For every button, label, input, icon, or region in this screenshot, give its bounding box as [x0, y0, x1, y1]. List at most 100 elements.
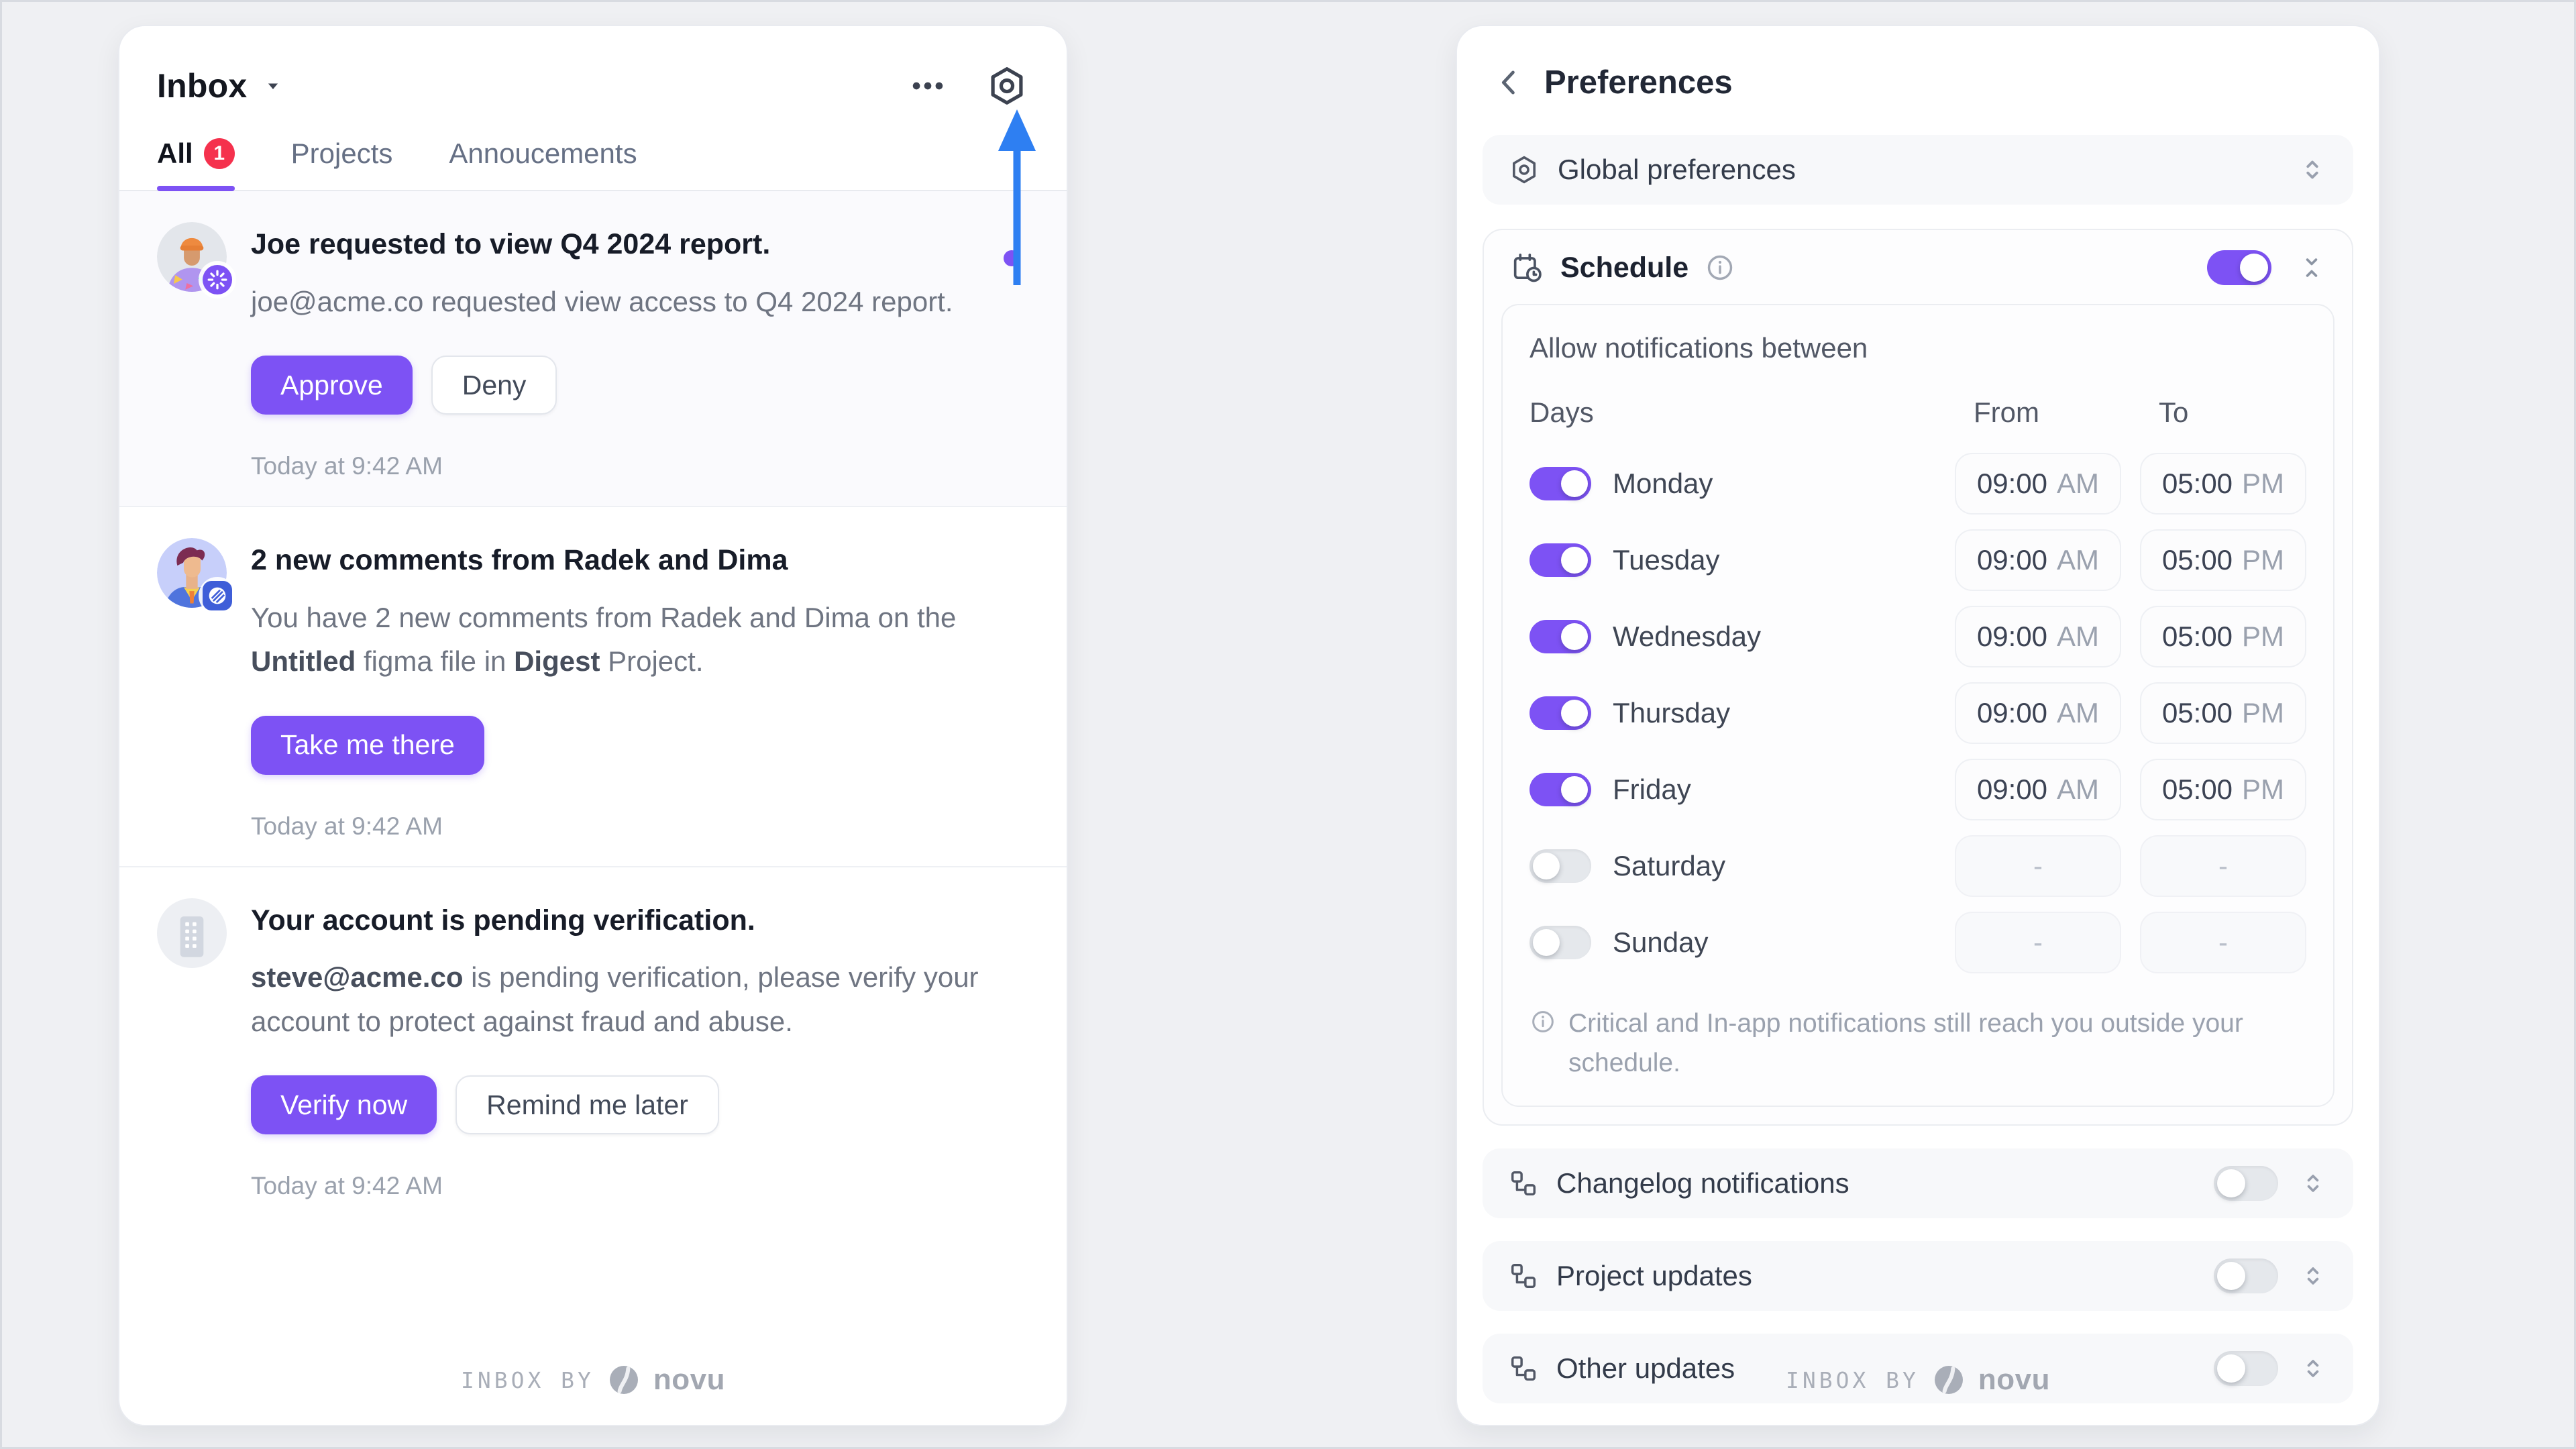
- sunday-from-time: -: [1955, 912, 2121, 973]
- global-preferences-row[interactable]: Global preferences: [1483, 135, 2353, 205]
- tuesday-from-time[interactable]: 09:00AM: [1955, 529, 2121, 591]
- notification-timestamp: Today at 9:42 AM: [251, 812, 1024, 841]
- novu-logo-icon: [1933, 1364, 1965, 1396]
- info-icon[interactable]: [1705, 252, 1735, 283]
- expand-chevrons-icon[interactable]: [2298, 1261, 2328, 1291]
- wednesday-to-time[interactable]: 05:00PM: [2140, 606, 2306, 667]
- tuesday-to-time[interactable]: 05:00PM: [2140, 529, 2306, 591]
- schedule-row-sunday: Sunday - -: [1529, 908, 2306, 977]
- approve-button[interactable]: Approve: [251, 356, 413, 415]
- collapse-chevrons-icon[interactable]: [2297, 253, 2326, 282]
- tab-announcements-label: Annoucements: [449, 138, 637, 170]
- schedule-row-thursday: Thursday 09:00AM 05:00PM: [1529, 678, 2306, 748]
- novu-logo-icon: [608, 1364, 640, 1396]
- tab-all-badge: 1: [204, 138, 235, 169]
- tab-all[interactable]: All 1: [157, 138, 235, 190]
- settings-gear-icon[interactable]: [985, 64, 1029, 108]
- day-label: Saturday: [1613, 850, 1936, 882]
- footer-prefix: INBOX BY: [1786, 1367, 1919, 1393]
- deny-button[interactable]: Deny: [431, 356, 557, 415]
- info-icon: [1529, 1008, 1556, 1035]
- schedule-row-friday: Friday 09:00AM 05:00PM: [1529, 755, 2306, 824]
- changelog-notifications-row[interactable]: Changelog notifications: [1483, 1148, 2353, 1218]
- inbox-title: Inbox: [157, 66, 247, 105]
- saturday-from-time: -: [1955, 835, 2121, 897]
- notification-title: Your account is pending verification.: [251, 904, 1024, 938]
- changelog-notifications-label: Changelog notifications: [1556, 1167, 1849, 1199]
- global-preferences-label: Global preferences: [1558, 154, 1796, 186]
- more-icon[interactable]: [908, 66, 947, 105]
- workflow-icon: [1508, 1168, 1539, 1199]
- notification-body: steve@acme.co is pending verification, p…: [251, 955, 1002, 1043]
- monday-to-time[interactable]: 05:00PM: [2140, 453, 2306, 515]
- project-updates-toggle[interactable]: [2214, 1258, 2278, 1293]
- schedule-note: Critical and In-app notifications still …: [1529, 1004, 2306, 1083]
- schedule-label: Schedule: [1560, 252, 1688, 284]
- remind-me-later-button[interactable]: Remind me later: [455, 1075, 719, 1134]
- tab-projects-label: Projects: [291, 138, 393, 170]
- monday-toggle[interactable]: [1529, 467, 1591, 500]
- schedule-header: Schedule: [1484, 230, 2352, 301]
- take-me-there-button[interactable]: Take me there: [251, 716, 484, 775]
- novu-sun-badge-icon: [203, 265, 232, 294]
- day-label: Friday: [1613, 773, 1936, 806]
- calendar-clock-icon: [1509, 250, 1544, 285]
- tab-projects[interactable]: Projects: [291, 138, 393, 190]
- schedule-settings: Allow notifications between Days From To…: [1501, 304, 2334, 1107]
- notification-item[interactable]: 2 new comments from Radek and Dima You h…: [119, 507, 1067, 867]
- column-from: From: [1955, 396, 2121, 429]
- schedule-toggle[interactable]: [2207, 250, 2271, 285]
- annotation-arrow-up: [996, 109, 1038, 289]
- building-avatar-icon: [157, 898, 227, 968]
- changelog-toggle[interactable]: [2214, 1166, 2278, 1201]
- footer-brand: novu: [1978, 1363, 2050, 1397]
- notification-item[interactable]: Your account is pending verification. st…: [119, 867, 1067, 1226]
- saturday-toggle[interactable]: [1529, 849, 1591, 883]
- schedule-row-monday: Monday 09:00AM 05:00PM: [1529, 449, 2306, 519]
- tuesday-toggle[interactable]: [1529, 543, 1591, 577]
- gear-icon: [1508, 154, 1540, 186]
- day-label: Thursday: [1613, 697, 1936, 729]
- thursday-from-time[interactable]: 09:00AM: [1955, 682, 2121, 744]
- schedule-row-saturday: Saturday - -: [1529, 831, 2306, 901]
- preferences-header: Preferences: [1457, 26, 2379, 101]
- friday-to-time[interactable]: 05:00PM: [2140, 759, 2306, 820]
- preferences-footer: INBOX BY novu: [1457, 1363, 2379, 1397]
- wednesday-from-time[interactable]: 09:00AM: [1955, 606, 2121, 667]
- inbox-panel: Inbox All 1 Projects Annoucemen: [118, 25, 1068, 1426]
- schedule-row-tuesday: Tuesday 09:00AM 05:00PM: [1529, 525, 2306, 595]
- schedule-row-wednesday: Wednesday 09:00AM 05:00PM: [1529, 602, 2306, 672]
- sunday-toggle[interactable]: [1529, 926, 1591, 959]
- column-days: Days: [1529, 396, 1936, 429]
- tab-all-label: All: [157, 138, 193, 170]
- expand-chevrons-icon[interactable]: [2298, 1169, 2328, 1198]
- schedule-card: Schedule Allow notifications between Day…: [1483, 229, 2353, 1126]
- workflow-icon: [1508, 1260, 1539, 1291]
- expand-chevrons-icon[interactable]: [2297, 154, 2328, 185]
- notification-timestamp: Today at 9:42 AM: [251, 452, 1024, 480]
- notification-body: joe@acme.co requested view access to Q4 …: [251, 280, 1002, 324]
- saturday-to-time: -: [2140, 835, 2306, 897]
- friday-toggle[interactable]: [1529, 773, 1591, 806]
- column-to: To: [2140, 396, 2306, 429]
- notification-item[interactable]: Joe requested to view Q4 2024 report. jo…: [119, 191, 1067, 507]
- inbox-caret-down-icon[interactable]: [262, 74, 284, 97]
- monday-from-time[interactable]: 09:00AM: [1955, 453, 2121, 515]
- friday-from-time[interactable]: 09:00AM: [1955, 759, 2121, 820]
- sunday-to-time: -: [2140, 912, 2306, 973]
- back-chevron-icon[interactable]: [1492, 65, 1527, 100]
- notification-title: Joe requested to view Q4 2024 report.: [251, 227, 1024, 262]
- tab-announcements[interactable]: Annoucements: [449, 138, 637, 190]
- thursday-toggle[interactable]: [1529, 696, 1591, 730]
- day-label: Sunday: [1613, 926, 1936, 959]
- wednesday-toggle[interactable]: [1529, 620, 1591, 653]
- thursday-to-time[interactable]: 05:00PM: [2140, 682, 2306, 744]
- day-label: Monday: [1613, 468, 1936, 500]
- project-updates-row[interactable]: Project updates: [1483, 1241, 2353, 1311]
- inbox-header: Inbox: [119, 26, 1067, 108]
- notification-list: Joe requested to view Q4 2024 report. jo…: [119, 191, 1067, 1226]
- figma-app-badge-icon: [203, 581, 232, 610]
- allow-notifications-label: Allow notifications between: [1529, 332, 2306, 364]
- notification-body: You have 2 new comments from Radek and D…: [251, 596, 1002, 684]
- verify-now-button[interactable]: Verify now: [251, 1075, 437, 1134]
